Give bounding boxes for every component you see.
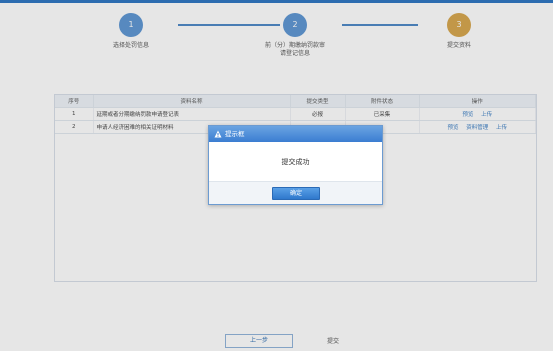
dialog-footer: 确定 <box>209 181 382 204</box>
dialog-header: 提示框 <box>209 126 382 142</box>
dialog-message: 提交成功 <box>281 158 310 166</box>
alert-dialog: 提示框 提交成功 确定 <box>208 125 383 205</box>
dialog-title: 提示框 <box>225 130 245 138</box>
alert-icon <box>214 130 222 138</box>
ok-button[interactable]: 确定 <box>272 187 320 200</box>
